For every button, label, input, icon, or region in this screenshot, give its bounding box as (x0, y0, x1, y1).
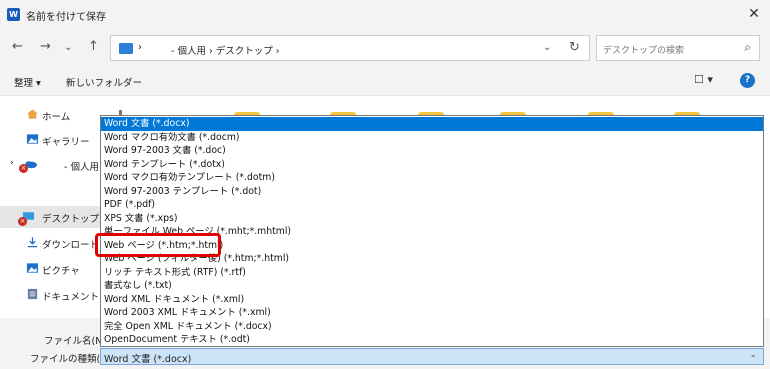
filetype-option[interactable]: Word 2003 XML ドキュメント (*.xml) (101, 306, 763, 320)
search-icon[interactable]: ⌕ (744, 40, 751, 55)
help-icon[interactable]: ? (740, 73, 755, 88)
search-input[interactable]: デスクトップの検索 ⌕ (596, 35, 760, 61)
nav-item-label: ピクチャ (42, 266, 80, 277)
title-bar: W 名前を付けて保存 ✕ (0, 0, 770, 30)
error-badge-icon: × (19, 164, 28, 173)
nav-item-label: ドキュメント (42, 292, 100, 303)
filetype-selected-value: Word 文書 (*.docx) (104, 354, 192, 365)
filetype-option[interactable]: PDF (*.pdf) (101, 198, 763, 212)
nav-item-label: - 個人用 (64, 162, 99, 173)
close-button[interactable]: ✕ (746, 6, 762, 22)
nav-item-label: ダウンロード (42, 240, 100, 251)
up-arrow-icon[interactable]: ↑ (88, 40, 99, 54)
filetype-option[interactable]: 書式なし (*.txt) (101, 279, 763, 293)
filetype-option[interactable]: 完全 Open XML ドキュメント (*.docx) (101, 320, 763, 334)
filetype-option[interactable]: Word 97-2003 テンプレート (*.dot) (101, 185, 763, 199)
error-badge-icon: × (18, 217, 27, 226)
address-row: ← → ⌄ ↑ › - 個人用 › デスクトップ › ⌄ ↻ デスクトップの検索… (0, 30, 770, 66)
folder-icon (119, 43, 133, 54)
documents-icon (27, 288, 38, 300)
forward-arrow-icon[interactable]: → (40, 40, 51, 54)
pictures-icon (26, 263, 39, 273)
home-icon (26, 109, 39, 119)
annotation-highlight-box (95, 233, 221, 257)
search-placeholder: デスクトップの検索 (603, 46, 685, 56)
recent-locations-chevron-icon[interactable]: ⌄ (64, 41, 72, 55)
address-bar[interactable]: › - 個人用 › デスクトップ › ⌄ ↻ (110, 35, 590, 61)
filetype-option[interactable]: Word XML ドキュメント (*.xml) (101, 293, 763, 307)
nav-item-label: ギャラリー (42, 137, 90, 148)
breadcrumb-separator[interactable]: › (138, 42, 142, 53)
filetype-option[interactable]: Word 文書 (*.docx) (101, 117, 763, 131)
filetype-option[interactable]: XPS 文書 (*.xps) (101, 212, 763, 226)
refresh-icon[interactable]: ↻ (569, 40, 580, 55)
filetype-select[interactable]: Word 文書 (*.docx) ⌄ (100, 348, 764, 365)
back-arrow-icon[interactable]: ← (12, 40, 23, 54)
command-bar: 整理 ▾ 新しいフォルダー ☐ ▾ ? (0, 66, 770, 96)
filetype-option[interactable]: リッチ テキスト形式 (RTF) (*.rtf) (101, 266, 763, 280)
chevron-down-icon[interactable]: ⌄ (543, 42, 551, 53)
download-icon (27, 237, 38, 248)
new-folder-button[interactable]: 新しいフォルダー (66, 75, 142, 89)
filetype-option[interactable]: OpenDocument テキスト (*.odt) (101, 333, 763, 347)
gallery-icon (26, 134, 39, 144)
filetype-option[interactable]: Word 97-2003 文書 (*.doc) (101, 144, 763, 158)
view-options-button[interactable]: ☐ ▾ (694, 73, 713, 86)
filetype-dropdown-list: Word 文書 (*.docx) Word マクロ有効文書 (*.docm) W… (100, 115, 764, 347)
window-title: 名前を付けて保存 (26, 12, 106, 23)
chevron-down-icon[interactable]: ⌄ (749, 350, 757, 360)
breadcrumb[interactable]: - 個人用 › デスクトップ › (171, 43, 280, 57)
chevron-right-icon[interactable]: › (10, 158, 14, 168)
filetype-option[interactable]: Word マクロ有効テンプレート (*.dotm) (101, 171, 763, 185)
organize-button[interactable]: 整理 ▾ (14, 75, 41, 89)
nav-item-label: ホーム (42, 112, 71, 123)
filetype-option[interactable]: Word マクロ有効文書 (*.docm) (101, 131, 763, 145)
word-app-icon: W (7, 8, 20, 21)
nav-item-label: デスクトップ (42, 214, 100, 225)
filetype-option[interactable]: Word テンプレート (*.dotx) (101, 158, 763, 172)
